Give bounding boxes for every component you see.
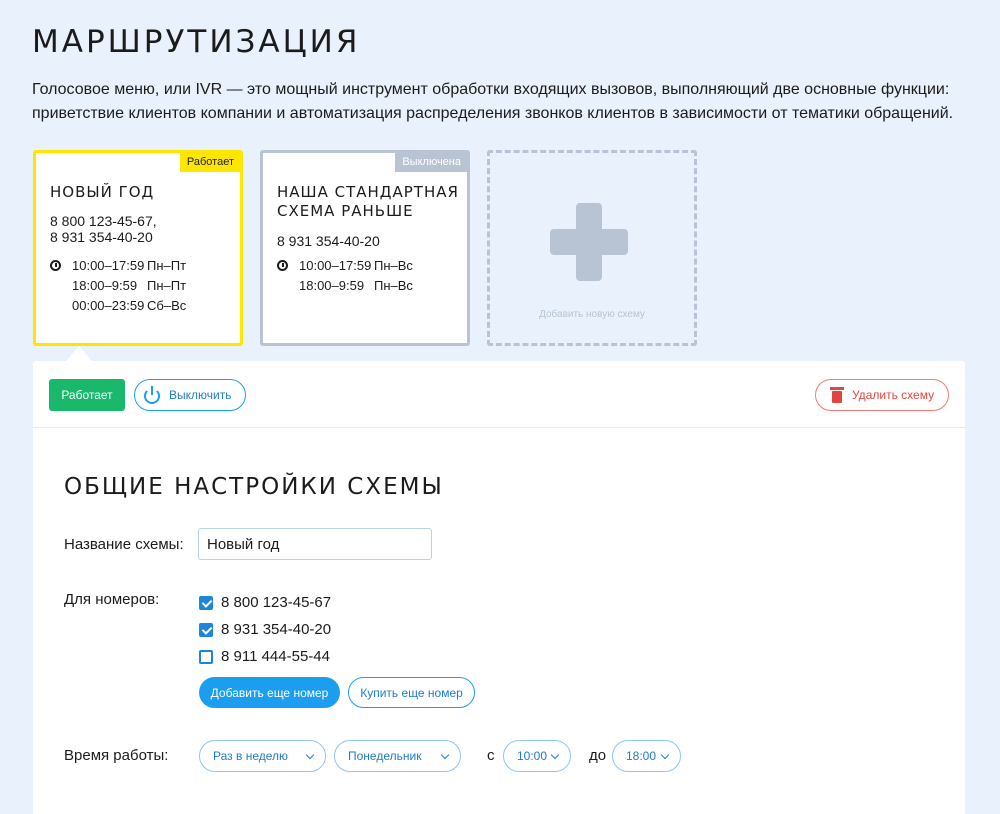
number-checkbox[interactable]: [199, 595, 213, 610]
number-checkbox[interactable]: [199, 622, 213, 637]
delete-scheme-label: Удалить схему: [852, 388, 935, 402]
scheme-card-title: НОВЫЙ ГОД: [50, 183, 155, 201]
from-label: с: [487, 747, 495, 764]
schedule-time: 10:00–17:59: [72, 257, 145, 273]
selected-card-pointer: [66, 346, 92, 361]
number-checkbox[interactable]: [199, 649, 213, 664]
scheme-card-title: НАША СТАНДАРТНАЯ СХЕМА РАНЬШЕ: [277, 183, 459, 220]
number-label: 8 800 123-45-67: [221, 594, 332, 611]
disable-button-label: Выключить: [169, 388, 232, 402]
schedule-row: 18:00–9:59 Пн–Пт: [50, 275, 186, 295]
scheme-card-standard[interactable]: Выключена НАША СТАНДАРТНАЯ СХЕМА РАНЬШЕ …: [260, 150, 470, 346]
add-scheme-card[interactable]: Добавить новую схему: [487, 150, 697, 346]
buy-number-button[interactable]: Купить еще номер: [348, 677, 475, 708]
delete-scheme-button[interactable]: Удалить схему: [815, 379, 949, 411]
schedule-days: Пн–Вс: [374, 257, 413, 273]
schedule-row: 10:00–17:59 Пн–Пт: [50, 255, 186, 275]
to-label: до: [589, 747, 607, 764]
schedule-time: 18:00–9:59: [299, 277, 365, 293]
from-time-select[interactable]: 10:00: [503, 740, 571, 772]
number-option[interactable]: 8 800 123-45-67: [199, 589, 331, 616]
scheme-settings-panel: Работает Выключить Удалить схему ОБЩИЕ Н…: [33, 361, 965, 814]
schedule-days: Пн–Пт: [147, 257, 187, 273]
schedule-days: Сб–Вс: [147, 297, 187, 313]
chevron-down-icon: [660, 750, 670, 760]
scheme-card-phone: 8 931 354-40-20: [50, 229, 153, 245]
scheme-name-label: Название схемы:: [64, 536, 184, 553]
scheme-card-phones: 8 800 123-45-67, 8 931 354-40-20: [50, 213, 157, 245]
scheme-name-input[interactable]: [198, 528, 432, 560]
number-option[interactable]: 8 911 444-55-44: [199, 643, 331, 670]
clock-icon: [50, 259, 61, 271]
number-label: 8 931 354-40-20: [221, 621, 332, 638]
chevron-down-icon: [305, 750, 315, 760]
status-badge: Выключена: [395, 152, 468, 172]
page-intro: Голосовое меню, или IVR — это мощный инс…: [32, 81, 954, 122]
status-badge: Работает: [179, 152, 241, 172]
frequency-select[interactable]: Раз в неделю: [199, 740, 326, 772]
chevron-down-icon: [550, 750, 560, 760]
add-number-button[interactable]: Добавить еще номер: [199, 677, 340, 708]
plus-icon: [550, 229, 628, 255]
schedule-days: Пн–Пт: [147, 277, 187, 293]
weekday-value: Понедельник: [348, 749, 422, 763]
add-scheme-label: Добавить новую схему: [539, 309, 645, 320]
schedule-time: 00:00–23:59: [72, 297, 145, 313]
working-status-button[interactable]: Работает: [49, 379, 125, 411]
page-title: МАРШРУТИЗАЦИЯ: [32, 24, 361, 60]
numbers-list: 8 800 123-45-67 8 931 354-40-20 8 911 44…: [199, 589, 331, 670]
clock-icon: [277, 259, 288, 271]
frequency-value: Раз в неделю: [213, 749, 289, 763]
scheme-card-schedule: 10:00–17:59 Пн–Пт 18:00–9:59 Пн–Пт 00:00…: [50, 255, 186, 315]
scheme-card-phone: 8 931 354-40-20: [277, 233, 380, 249]
schedule-days: Пн–Вс: [374, 277, 413, 293]
schedule-row: 00:00–23:59 Сб–Вс: [50, 295, 186, 315]
power-icon: [143, 386, 161, 404]
from-time-value: 10:00: [517, 749, 548, 763]
chevron-down-icon: [440, 750, 450, 760]
number-label: 8 911 444-55-44: [221, 648, 330, 665]
scheme-card-schedule: 10:00–17:59 Пн–Вс 18:00–9:59 Пн–Вс: [277, 255, 413, 295]
to-time-value: 18:00: [626, 749, 657, 763]
schedule-time: 10:00–17:59: [299, 257, 372, 273]
disable-button[interactable]: Выключить: [134, 379, 246, 411]
scheme-toolbar: Работает Выключить Удалить схему: [33, 361, 965, 428]
scheme-card-new-year[interactable]: Работает НОВЫЙ ГОД 8 800 123-45-67, 8 93…: [33, 150, 243, 346]
numbers-label: Для номеров:: [64, 591, 160, 608]
number-option[interactable]: 8 931 354-40-20: [199, 616, 331, 643]
schedule-row: 10:00–17:59 Пн–Вс: [277, 255, 413, 275]
to-time-select[interactable]: 18:00: [612, 740, 681, 772]
schedule-time: 18:00–9:59: [72, 277, 138, 293]
schedule-row: 18:00–9:59 Пн–Вс: [277, 275, 413, 295]
work-time-label: Время работы:: [64, 747, 169, 764]
trash-icon: [830, 387, 844, 403]
weekday-select[interactable]: Понедельник: [334, 740, 461, 772]
scheme-card-phone: 8 800 123-45-67,: [50, 213, 157, 229]
section-title: ОБЩИЕ НАСТРОЙКИ СХЕМЫ: [64, 474, 444, 500]
scheme-card-phones: 8 931 354-40-20: [277, 233, 380, 249]
